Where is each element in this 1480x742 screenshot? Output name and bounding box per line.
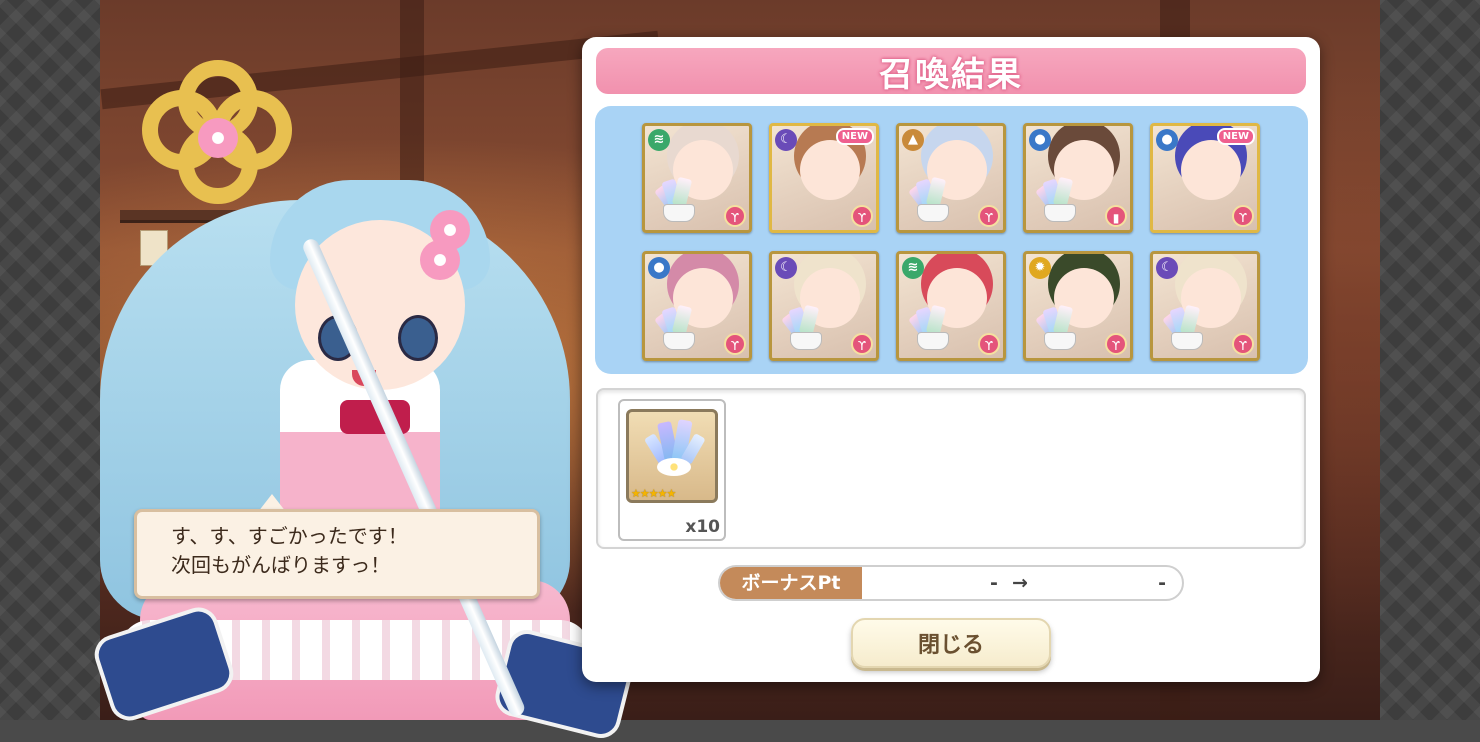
shield-class-icon: ▮: [1105, 205, 1127, 227]
wind-element-icon: ≋: [902, 257, 924, 279]
crystal-icon: [654, 304, 701, 350]
dialogue-box: す、す、すごかったです！ 次回もがんばりますっ！: [134, 509, 540, 599]
panel-title: 召喚結果: [879, 54, 1023, 95]
item-slot[interactable]: ★★★★★ x10: [618, 399, 726, 541]
bonus-pt-bar: ボーナスPt - → -: [718, 565, 1184, 601]
sun-element-icon: ✹: [1029, 257, 1051, 279]
close-button-label: 閉じる: [917, 633, 984, 658]
crystal-icon: [908, 304, 955, 350]
staff-class-icon: ϒ: [851, 205, 873, 227]
water-element-icon: ●: [1156, 129, 1178, 151]
result-card[interactable]: ☾ ϒ NEW: [769, 123, 879, 233]
item-reward-area: ★★★★★ x10: [596, 388, 1306, 549]
crystal-icon: [781, 304, 828, 350]
left-pattern-border: [0, 0, 100, 720]
result-card[interactable]: ● ▮: [1023, 123, 1133, 233]
staff-class-icon: ϒ: [1232, 205, 1254, 227]
crystal-icon: [908, 176, 955, 222]
dialogue-line-1: す、す、すごかったです！: [171, 524, 408, 548]
result-card[interactable]: ▲ ϒ: [896, 123, 1006, 233]
new-badge: NEW: [835, 128, 874, 145]
rarity-stars: ★★★★★: [631, 487, 676, 500]
staff-class-icon: ϒ: [1105, 333, 1127, 355]
result-card[interactable]: ● ϒ: [642, 251, 752, 361]
water-element-icon: ●: [1029, 129, 1051, 151]
crystal-icon: [1035, 176, 1082, 222]
new-badge: NEW: [1216, 128, 1255, 145]
result-card[interactable]: ☾ ϒ: [769, 251, 879, 361]
result-card[interactable]: ☾ ϒ: [1150, 251, 1260, 361]
close-button[interactable]: 閉じる: [851, 618, 1051, 668]
wind-element-icon: ≋: [648, 129, 670, 151]
water-element-icon: ●: [648, 257, 670, 279]
result-card[interactable]: ≋ ϒ: [896, 251, 1006, 361]
crystal-icon: [654, 176, 701, 222]
result-card[interactable]: ● ϒ NEW: [1150, 123, 1260, 233]
panel-title-bar: 召喚結果: [596, 48, 1306, 95]
result-card[interactable]: ✹ ϒ: [1023, 251, 1133, 361]
staff-class-icon: ϒ: [724, 333, 746, 355]
summon-result-panel: 召喚結果 ≋ ϒ ☾ ϒ NEW ▲ ϒ ● ▮ ● ϒ NEW ● ϒ ☾ ϒ ≋ ϒ ✹ ϒ ☾ ϒ ★★★★★ x1…: [582, 37, 1320, 682]
result-card[interactable]: ≋ ϒ: [642, 123, 752, 233]
staff-class-icon: ϒ: [1232, 333, 1254, 355]
staff-class-icon: ϒ: [978, 333, 1000, 355]
golden-key-icon: [142, 60, 312, 230]
bonus-from-value: -: [990, 572, 998, 594]
staff-class-icon: ϒ: [851, 333, 873, 355]
item-count: x10: [685, 517, 720, 537]
dialogue-line-2: 次回もがんばりますっ！: [171, 553, 391, 577]
moon-element-icon: ☾: [775, 129, 797, 151]
staff-class-icon: ϒ: [978, 205, 1000, 227]
bonus-pt-label: ボーナスPt: [720, 567, 862, 599]
arrow-right-icon: →: [1012, 572, 1028, 594]
moon-element-icon: ☾: [775, 257, 797, 279]
staff-class-icon: ϒ: [724, 205, 746, 227]
crystal-icon: [1162, 304, 1209, 350]
earth-element-icon: ▲: [902, 129, 924, 151]
crystal-icon: [1035, 304, 1082, 350]
bonus-to-value: -: [1158, 572, 1166, 594]
result-card-grid: ≋ ϒ ☾ ϒ NEW ▲ ϒ ● ▮ ● ϒ NEW ● ϒ ☾ ϒ ≋ ϒ ✹ ϒ ☾ ϒ: [595, 106, 1308, 374]
crystal-bouquet-icon: ★★★★★: [626, 409, 718, 503]
right-pattern-border: [1380, 0, 1480, 720]
character-illustration: [89, 60, 637, 742]
moon-element-icon: ☾: [1156, 257, 1178, 279]
